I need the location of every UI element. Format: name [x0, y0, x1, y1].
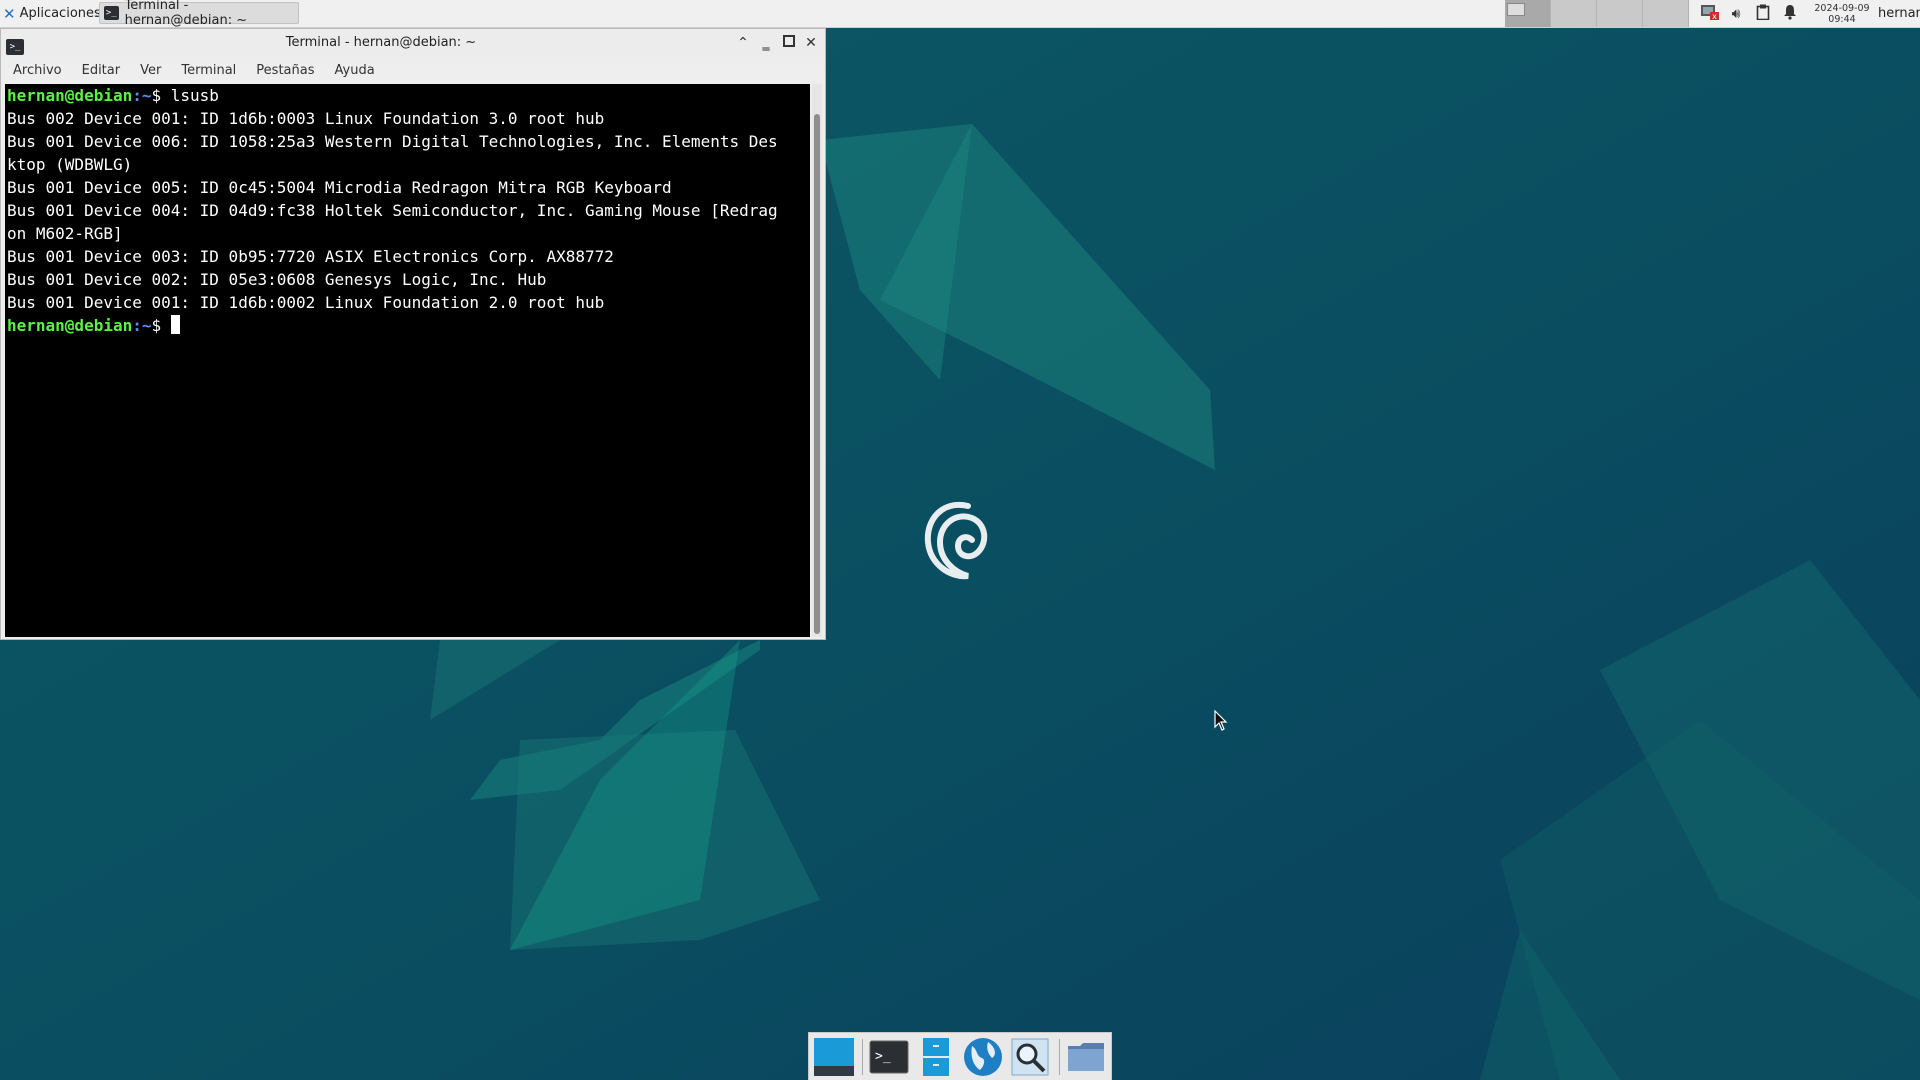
workspace-4[interactable] [1643, 0, 1689, 27]
web-browser-icon [964, 1037, 1003, 1076]
terminal-icon: >_ [104, 6, 119, 20]
svg-text:>_: >_ [875, 1049, 891, 1064]
menu-editar[interactable]: Editar [70, 63, 129, 78]
folder-icon [1068, 1042, 1105, 1071]
window-title: Terminal - hernan@debian: ~ [285, 35, 477, 50]
maximize-button[interactable] [779, 33, 799, 53]
prompt-line: hernan@debian:~$ lsusb [7, 84, 810, 107]
output-line: Bus 001 Device 005: ID 0c45:5004 Microdi… [7, 178, 672, 197]
close-button[interactable]: ✕ [801, 33, 821, 53]
clock-date: 2024-09-09 [1814, 2, 1870, 14]
prompt-user: hernan@debian [7, 86, 133, 105]
dock-separator [1058, 1038, 1060, 1075]
output-line: Bus 001 Device 004: ID 04d9:fc38 Holtek … [7, 201, 778, 220]
output-line: Bus 001 Device 006: ID 1058:25a3 Western… [7, 132, 778, 151]
show-desktop-icon [813, 1037, 854, 1076]
workspace-switcher[interactable] [1505, 0, 1689, 27]
command-text: lsusb [161, 86, 219, 105]
system-tray: x 🔊︎ [1700, 0, 1799, 27]
text-cursor [170, 315, 180, 334]
prompt-symbol: $ [151, 316, 171, 335]
output-line: Bus 001 Device 002: ID 05e3:0608 Genesys… [7, 270, 547, 289]
scrollbar-thumb[interactable] [814, 114, 820, 634]
folder-launcher[interactable] [1064, 1035, 1109, 1079]
web-browser-launcher[interactable] [961, 1035, 1006, 1079]
clipboard-icon[interactable] [1754, 4, 1772, 24]
clock-time: 09:44 [1828, 13, 1856, 25]
workspace-1[interactable] [1505, 0, 1551, 27]
prompt-path: :~ [132, 86, 152, 105]
terminal-icon: >_ [869, 1040, 909, 1073]
prompt-path: :~ [132, 316, 152, 335]
prompt-line: hernan@debian:~$ [7, 314, 810, 337]
menu-ayuda[interactable]: Ayuda [323, 63, 383, 78]
debian-swirl-logo [924, 501, 988, 580]
shade-button[interactable]: ⌃ [733, 33, 753, 53]
show-desktop-button[interactable] [811, 1035, 856, 1079]
file-manager-launcher[interactable] [914, 1035, 959, 1079]
dock-separator [862, 1038, 863, 1075]
notification-bell-icon[interactable] [1781, 4, 1799, 24]
volume-icon[interactable]: 🔊︎ [1727, 6, 1745, 22]
prompt-symbol: $ [151, 86, 162, 105]
svg-text:x: x [1712, 12, 1717, 21]
prompt-user: hernan@debian [7, 316, 133, 335]
minimize-button[interactable]: ‗ [756, 33, 776, 53]
menu-terminal[interactable]: Terminal [169, 63, 244, 78]
taskbar-item-terminal[interactable]: >_ Terminal - hernan@debian: ~ [99, 0, 299, 28]
xfce-logo-icon: ✕ [3, 4, 16, 23]
terminal-output[interactable]: hernan@debian:~$ lsusb Bus 002 Device 001… [5, 84, 810, 637]
output-line: Bus 001 Device 001: ID 1d6b:0002 Linux F… [7, 293, 605, 312]
clock[interactable]: 2024-09-09 09:44 [1812, 0, 1872, 27]
top-panel: ✕ Aplicaciones ⁝ >_ Terminal - hernan@de… [0, 0, 1920, 28]
terminal-window: >_ Terminal - hernan@debian: ~ ⌃ ‗ ✕ Arc… [0, 28, 826, 640]
output-line: Bus 002 Device 001: ID 1d6b:0003 Linux F… [7, 109, 605, 128]
dock: >_ [808, 1032, 1112, 1080]
file-manager-icon [923, 1037, 950, 1076]
panel-separator: ⁝ [95, 7, 99, 20]
menu-ver[interactable]: Ver [128, 63, 169, 78]
applications-menu-label: Aplicaciones [19, 6, 101, 21]
network-disconnected-icon[interactable]: x [1700, 3, 1719, 25]
menu-archivo[interactable]: Archivo [1, 63, 70, 78]
terminal-scrollbar[interactable] [812, 84, 822, 637]
output-line: on M602-RGB] [7, 224, 123, 243]
workspace-3[interactable] [1597, 0, 1643, 27]
output-line: Bus 001 Device 003: ID 0b95:7720 ASIX El… [7, 247, 614, 266]
search-icon [1011, 1038, 1049, 1075]
workspace-2[interactable] [1551, 0, 1597, 27]
menu-pestanas[interactable]: Pestañas [244, 63, 322, 78]
output-line: ktop (WDBWLG) [7, 155, 133, 174]
mouse-pointer-icon [1214, 710, 1228, 731]
taskbar-item-label: Terminal - hernan@debian: ~ [124, 0, 248, 28]
terminal-launcher[interactable]: >_ [867, 1035, 912, 1079]
window-titlebar[interactable]: >_ Terminal - hernan@debian: ~ ⌃ ‗ ✕ [1, 29, 825, 57]
applications-menu-button[interactable]: ✕ Aplicaciones [0, 0, 101, 27]
terminal-menubar: Archivo Editar Ver Terminal Pestañas Ayu… [1, 57, 825, 83]
search-launcher[interactable] [1008, 1035, 1053, 1079]
user-menu[interactable]: hernan [1878, 0, 1920, 27]
